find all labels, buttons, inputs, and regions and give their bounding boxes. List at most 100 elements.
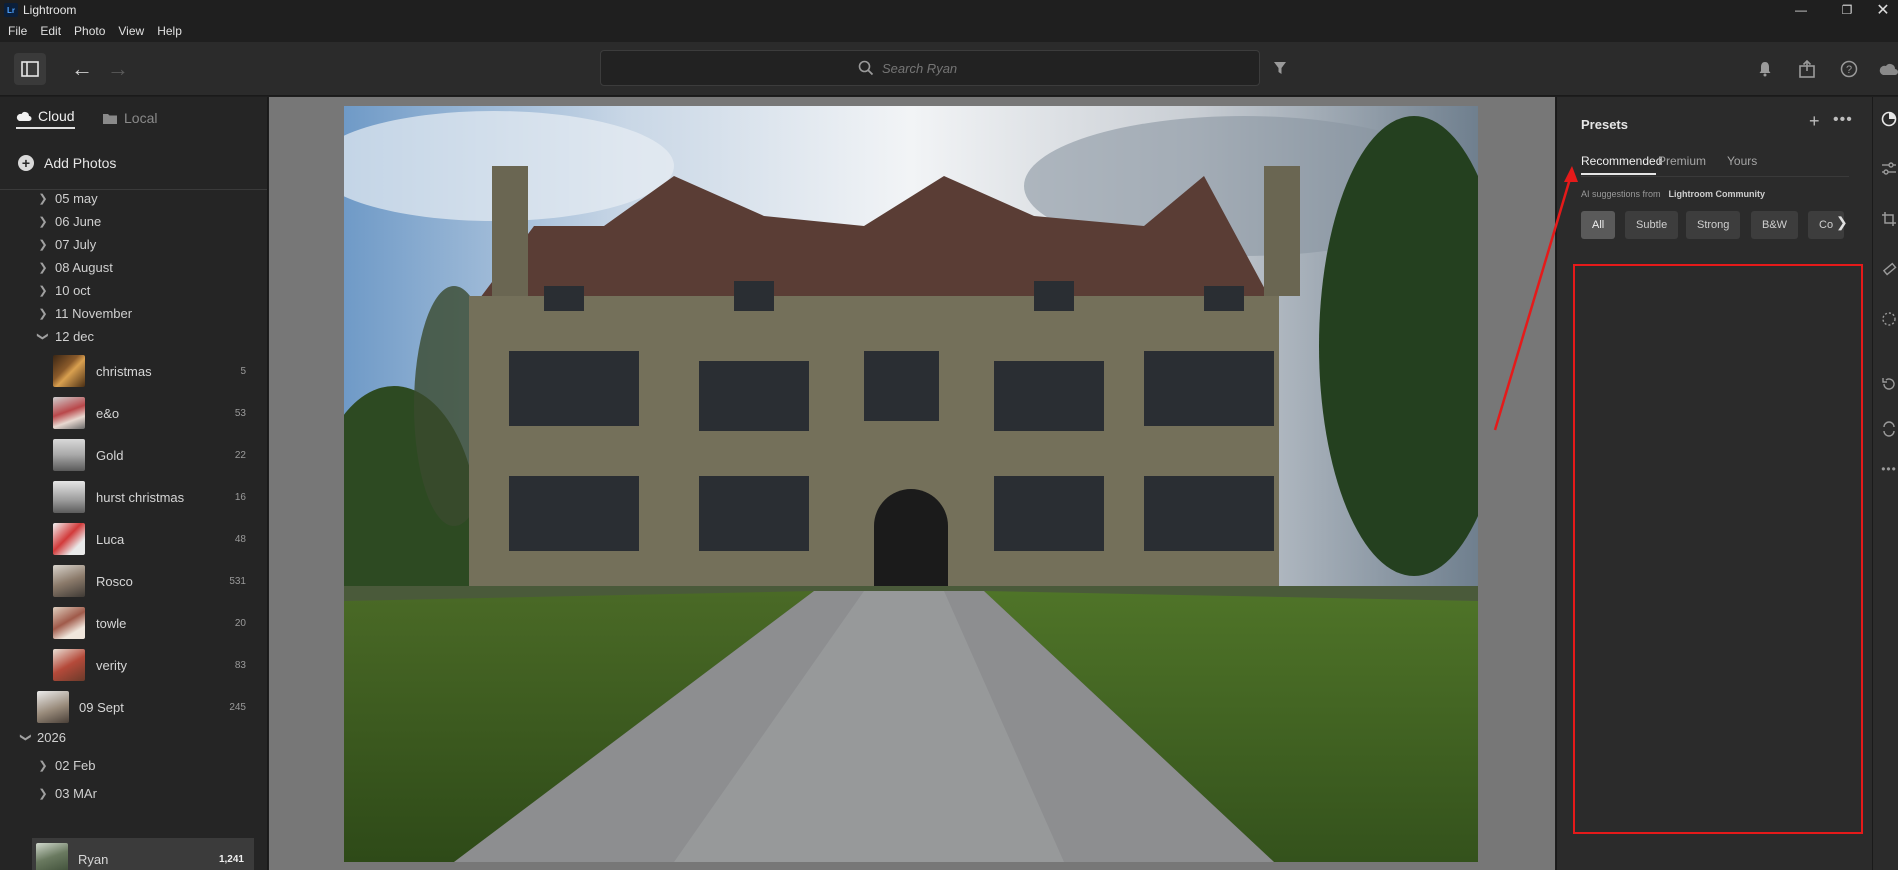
chevron-right-icon: ❯	[38, 787, 48, 800]
panel-toggle-button[interactable]	[14, 53, 46, 85]
tab-yours[interactable]: Yours	[1727, 154, 1757, 168]
album-ryan-selected[interactable]: Ryan 1,241	[32, 838, 254, 870]
chip-all[interactable]: All	[1581, 211, 1616, 239]
tab-local-label: Local	[124, 110, 158, 126]
tree-item[interactable]: ❯ 02 Feb	[0, 751, 267, 779]
chevron-right-icon: ❯	[38, 307, 48, 320]
close-icon[interactable]: ✕	[1860, 0, 1898, 20]
album-09-sept[interactable]: 09 Sept 245	[0, 686, 267, 728]
cloud-icon	[16, 111, 32, 121]
back-arrow-icon[interactable]: ←	[68, 55, 96, 83]
menu-bar: File Edit Photo View Help	[0, 20, 1898, 42]
filter-icon[interactable]	[1270, 58, 1290, 78]
add-preset-icon[interactable]: +	[1809, 111, 1820, 132]
more-tools-icon[interactable]: •••	[1879, 459, 1898, 479]
add-photos-button[interactable]: + Add Photos	[18, 155, 116, 171]
ai-suggestions-source: Lightroom Community	[1668, 189, 1766, 199]
album-count: 245	[229, 701, 246, 713]
menu-edit[interactable]: Edit	[40, 24, 61, 38]
ai-suggestions-note: AI suggestions from Lightroom Community	[1581, 189, 1765, 199]
tree-item[interactable]: ❯ 03 MAr	[0, 779, 267, 807]
album-thumbnail	[36, 843, 68, 870]
help-icon[interactable]: ?	[1836, 56, 1862, 82]
search-input[interactable]	[882, 60, 1002, 76]
tab-cloud[interactable]: Cloud	[16, 107, 75, 129]
album-label: christmas	[96, 363, 152, 379]
bell-icon[interactable]	[1752, 56, 1778, 82]
tab-local[interactable]: Local	[102, 107, 157, 129]
search-box[interactable]	[600, 50, 1260, 86]
menu-photo[interactable]: Photo	[74, 24, 105, 38]
album-thumbnail	[53, 355, 85, 387]
crop-icon[interactable]	[1879, 209, 1898, 229]
share-icon[interactable]	[1794, 56, 1820, 82]
chevron-right-icon: ❯	[38, 215, 48, 228]
menu-view[interactable]: View	[118, 24, 144, 38]
album-label: towle	[96, 615, 127, 631]
album-count: 531	[229, 575, 246, 587]
chip-bw[interactable]: B&W	[1751, 211, 1799, 239]
svg-text:?: ?	[1846, 64, 1852, 76]
menu-help[interactable]: Help	[157, 24, 182, 38]
panel-toggle-icon	[21, 61, 39, 77]
album-christmas[interactable]: christmas 5	[0, 350, 267, 392]
album-e-and-o[interactable]: e&o 53	[0, 392, 267, 434]
lightroom-logo-icon: Lr	[4, 3, 18, 17]
tab-cloud-label: Cloud	[38, 108, 75, 124]
chevron-right-icon: ❯	[38, 192, 48, 205]
manor-house-photo	[344, 106, 1478, 862]
plus-circle-icon: +	[18, 155, 34, 171]
album-rosco[interactable]: Rosco 531	[0, 560, 267, 602]
tree-item-label: 06 June	[55, 213, 102, 229]
tree-item-year[interactable]: ❯ 2026	[0, 723, 267, 751]
album-hurst-christmas[interactable]: hurst christmas 16	[0, 476, 267, 518]
chevron-right-icon: ❯	[38, 261, 48, 274]
album-thumbnail	[53, 481, 85, 513]
tab-divider	[1581, 176, 1849, 177]
window-title: Lightroom	[23, 3, 77, 17]
add-photos-label: Add Photos	[44, 155, 117, 171]
album-thumbnail	[53, 397, 85, 429]
tab-premium[interactable]: Premium	[1658, 154, 1706, 168]
presets-icon[interactable]	[1879, 109, 1898, 129]
photo-preview[interactable]	[344, 106, 1478, 862]
sliders-icon[interactable]	[1879, 159, 1898, 179]
tree-item[interactable]: ❯ 12 dec	[0, 322, 267, 350]
album-count: 5	[240, 365, 246, 377]
album-thumbnail	[53, 607, 85, 639]
album-thumbnail	[53, 523, 85, 555]
chip-strong[interactable]: Strong	[1686, 211, 1741, 239]
album-verity[interactable]: verity 83	[0, 644, 267, 686]
healing-brush-icon[interactable]	[1879, 259, 1898, 279]
album-label: e&o	[96, 405, 120, 421]
forward-arrow-icon[interactable]: →	[104, 55, 132, 83]
album-luca[interactable]: Luca 48	[0, 518, 267, 560]
album-label: Luca	[96, 531, 125, 547]
tree-item-label: 07 July	[55, 236, 97, 252]
chip-subtle[interactable]: Subtle	[1625, 211, 1679, 239]
menu-file[interactable]: File	[8, 24, 27, 38]
album-count: 53	[234, 407, 246, 419]
album-towle[interactable]: towle 20	[0, 602, 267, 644]
tab-recommended[interactable]: Recommended	[1581, 154, 1662, 168]
chevron-right-icon[interactable]: ❯	[1836, 214, 1848, 231]
album-count: 48	[234, 533, 246, 545]
photo-preview-area	[269, 97, 1555, 870]
annotation-highlight-box	[1573, 264, 1863, 834]
edit-tools-strip: •••	[1872, 97, 1898, 870]
search-icon	[858, 60, 874, 76]
masking-icon[interactable]	[1879, 309, 1898, 329]
more-options-icon[interactable]: •••	[1833, 111, 1853, 129]
album-count: 83	[234, 659, 246, 671]
album-count: 22	[234, 449, 246, 461]
minimize-icon[interactable]: —	[1778, 0, 1824, 20]
history-icon[interactable]	[1879, 374, 1898, 394]
album-thumbnail	[37, 691, 69, 723]
album-label: verity	[96, 657, 128, 673]
versions-icon[interactable]	[1879, 419, 1898, 439]
cloud-sync-icon[interactable]	[1878, 56, 1898, 82]
tree-item-label: 03 MAr	[55, 785, 97, 801]
tree-item-label: 11 November	[55, 305, 133, 321]
active-tab-indicator	[1581, 173, 1656, 175]
album-gold[interactable]: Gold 22	[0, 434, 267, 476]
